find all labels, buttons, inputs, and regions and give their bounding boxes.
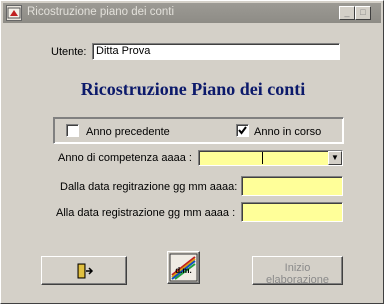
logo-text: d.m. bbox=[175, 266, 191, 275]
exit-button[interactable] bbox=[41, 256, 127, 285]
combo-divider bbox=[262, 152, 263, 164]
chevron-down-icon[interactable]: ▼ bbox=[328, 151, 342, 165]
date-to-label: Alla data registrazione gg mm aaaa : bbox=[56, 207, 236, 219]
title-bar[interactable]: Ricostruzione piano dei conti _ □ bbox=[3, 3, 381, 23]
previous-year-label: Anno precedente bbox=[86, 126, 170, 138]
year-options-group: Anno precedente Anno in corso bbox=[53, 117, 344, 144]
competence-year-combo[interactable]: ▼ bbox=[198, 150, 343, 166]
window-title: Ricostruzione piano dei conti bbox=[27, 6, 175, 18]
competence-year-label: Anno di competenza aaaa : bbox=[58, 152, 192, 164]
minimize-button[interactable]: _ bbox=[339, 6, 355, 20]
dm-logo-icon: d.m. bbox=[169, 253, 198, 282]
start-elaboration-button[interactable]: Inizio elaborazione bbox=[252, 256, 343, 286]
app-icon bbox=[6, 5, 22, 21]
current-year-checkbox[interactable] bbox=[236, 124, 249, 137]
date-to-field[interactable] bbox=[241, 202, 343, 222]
current-year-label: Anno in corso bbox=[254, 126, 322, 138]
start-elaboration-label: Inizio elaborazione bbox=[253, 262, 342, 286]
user-label: Utente: bbox=[51, 46, 87, 58]
user-field[interactable]: Ditta Prova bbox=[92, 43, 340, 60]
previous-year-checkbox[interactable] bbox=[66, 124, 79, 137]
exit-door-icon bbox=[77, 263, 94, 279]
checkmark-icon bbox=[238, 126, 247, 135]
logo-button[interactable]: d.m. bbox=[167, 251, 200, 284]
date-from-label: Dalla data regitrazione gg mm aaaa: bbox=[60, 181, 238, 193]
start-label-line1: Inizio bbox=[284, 262, 311, 274]
start-label-line2: elaborazione bbox=[266, 274, 329, 286]
dialog-window: Ricostruzione piano dei conti _ □ Utente… bbox=[0, 0, 384, 304]
maximize-button[interactable]: □ bbox=[355, 6, 371, 20]
date-from-field[interactable] bbox=[241, 176, 343, 196]
page-title: Ricostruzione Piano dei conti bbox=[80, 79, 306, 99]
